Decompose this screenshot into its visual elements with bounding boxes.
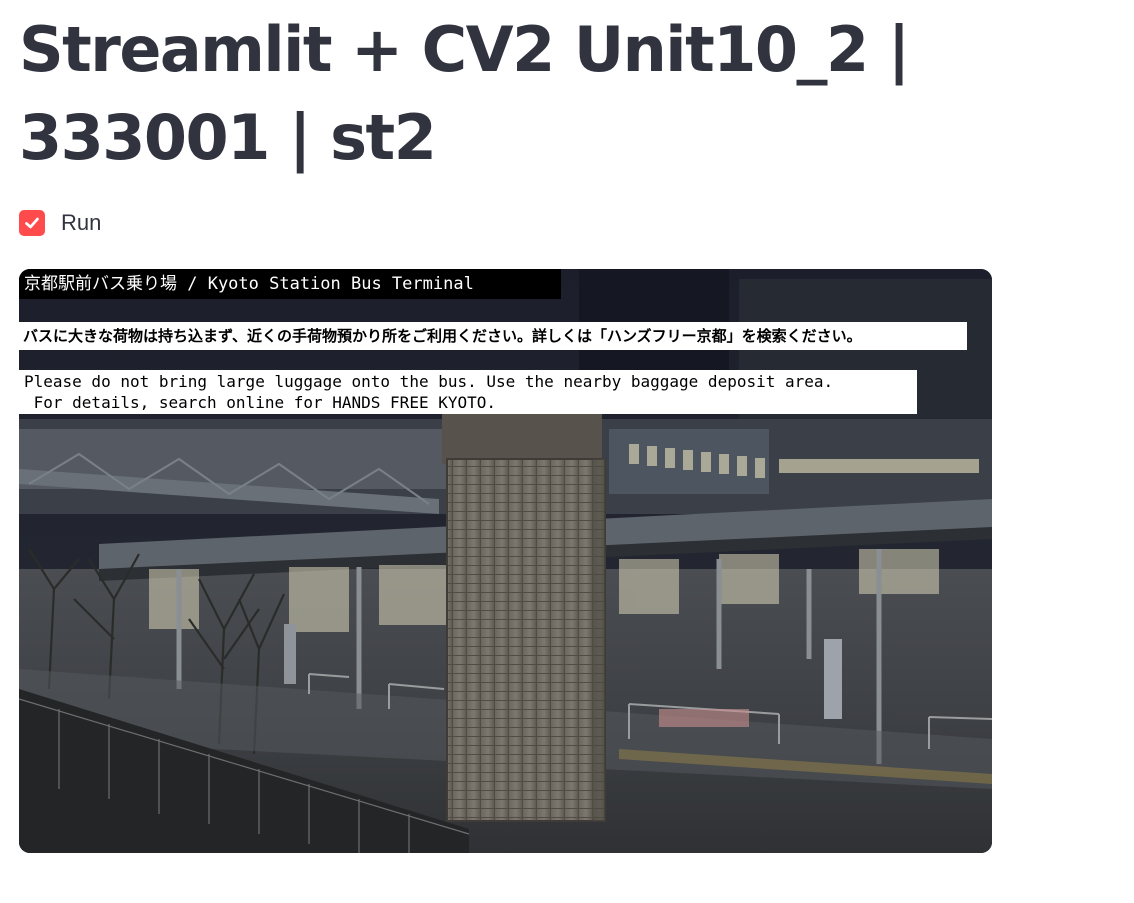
camera-overlay-title: 京都駅前バス乗り場 / Kyoto Station Bus Terminal bbox=[19, 269, 561, 299]
notice-en-line-1: Please do not bring large luggage onto t… bbox=[24, 372, 834, 391]
run-checkbox[interactable]: Run bbox=[19, 208, 101, 238]
camera-overlay-notice-en: Please do not bring large luggage onto t… bbox=[19, 370, 917, 414]
bus-terminal-scene bbox=[19, 269, 992, 853]
camera-overlay-notice-jp: バスに大きな荷物は持ち込まず、近くの手荷物預かり所をご利用ください。詳しくは「ハ… bbox=[19, 322, 967, 350]
run-checkbox-label: Run bbox=[61, 210, 102, 235]
video-frame: 京都駅前バス乗り場 / Kyoto Station Bus Terminal バ… bbox=[19, 269, 992, 853]
checkbox-checked-icon[interactable] bbox=[19, 210, 45, 236]
notice-en-line-2: For details, search online for HANDS FRE… bbox=[24, 393, 497, 412]
page-title: Streamlit + CV2 Unit10_2 | 333001 | st2 bbox=[19, 13, 910, 174]
